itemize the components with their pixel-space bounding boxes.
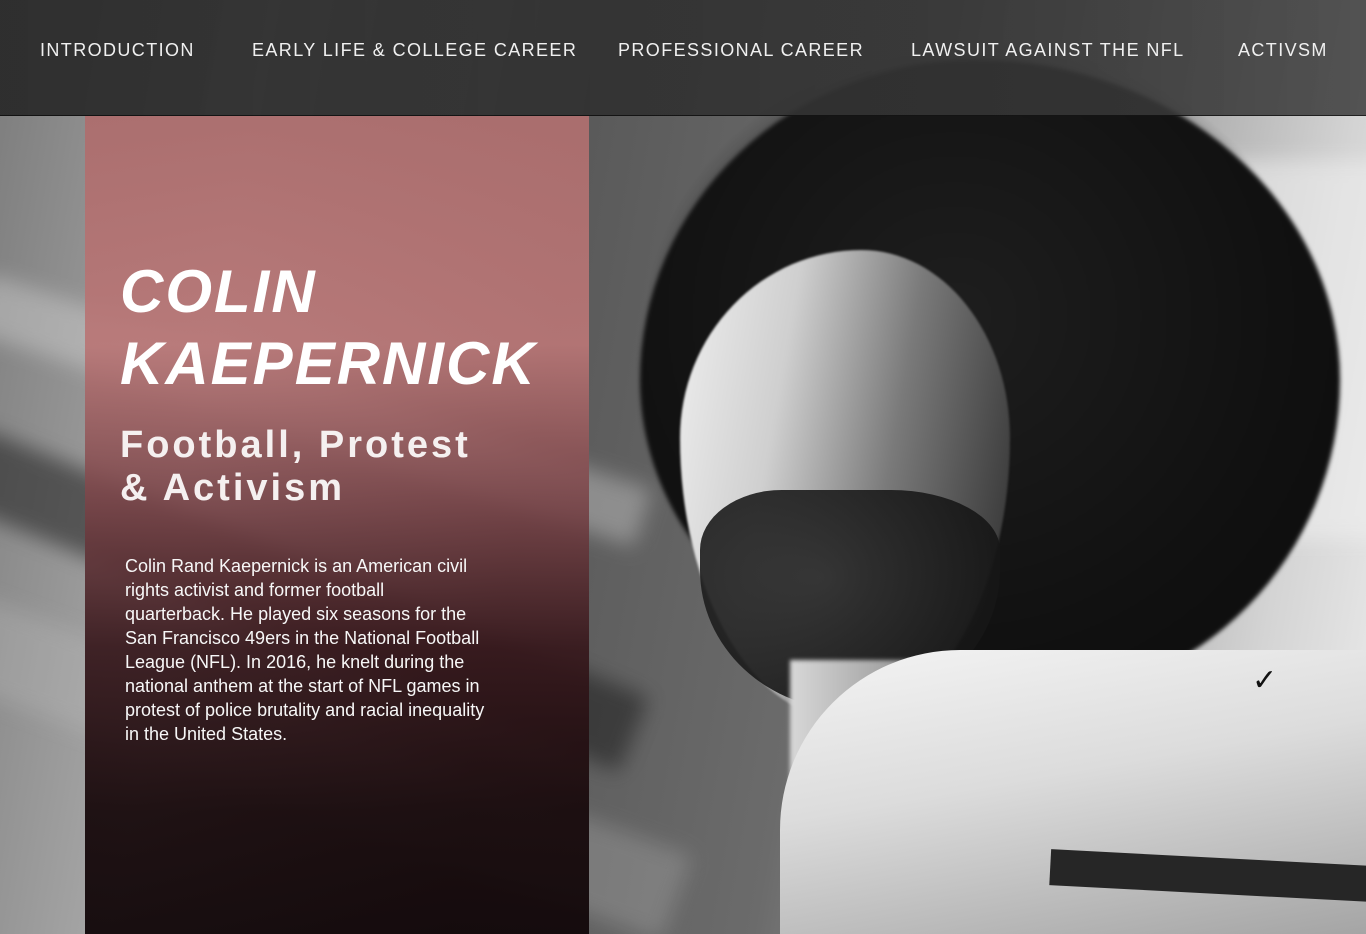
page-subtitle: Football, Protest & Activism — [120, 424, 540, 510]
hero-overlay-panel — [85, 116, 589, 934]
title-line-1: COLIN — [120, 258, 317, 325]
swoosh-icon: ✓ — [1252, 663, 1278, 698]
page-title: COLIN KAEPERNICK — [120, 256, 580, 400]
nav-item-early-life[interactable]: EARLY LIFE & COLLEGE CAREER — [252, 40, 577, 61]
top-navigation: INTRODUCTION EARLY LIFE & COLLEGE CAREER… — [0, 0, 1366, 116]
intro-paragraph: Colin Rand Kaepernick is an American civ… — [125, 556, 485, 744]
nav-item-professional-career[interactable]: PROFESSIONAL CAREER — [618, 40, 864, 61]
subtitle-line-1: Football, Protest — [120, 424, 471, 466]
page: ✓ INTRODUCTION EARLY LIFE & COLLEGE CARE… — [0, 0, 1366, 934]
nav-item-introduction[interactable]: INTRODUCTION — [40, 40, 195, 61]
title-line-2: KAEPERNICK — [120, 330, 537, 397]
nav-item-lawsuit[interactable]: LAWSUIT AGAINST THE NFL — [911, 40, 1185, 61]
subtitle-line-2: & Activism — [120, 467, 345, 509]
nav-item-activism[interactable]: ACTIVSM — [1238, 40, 1328, 61]
